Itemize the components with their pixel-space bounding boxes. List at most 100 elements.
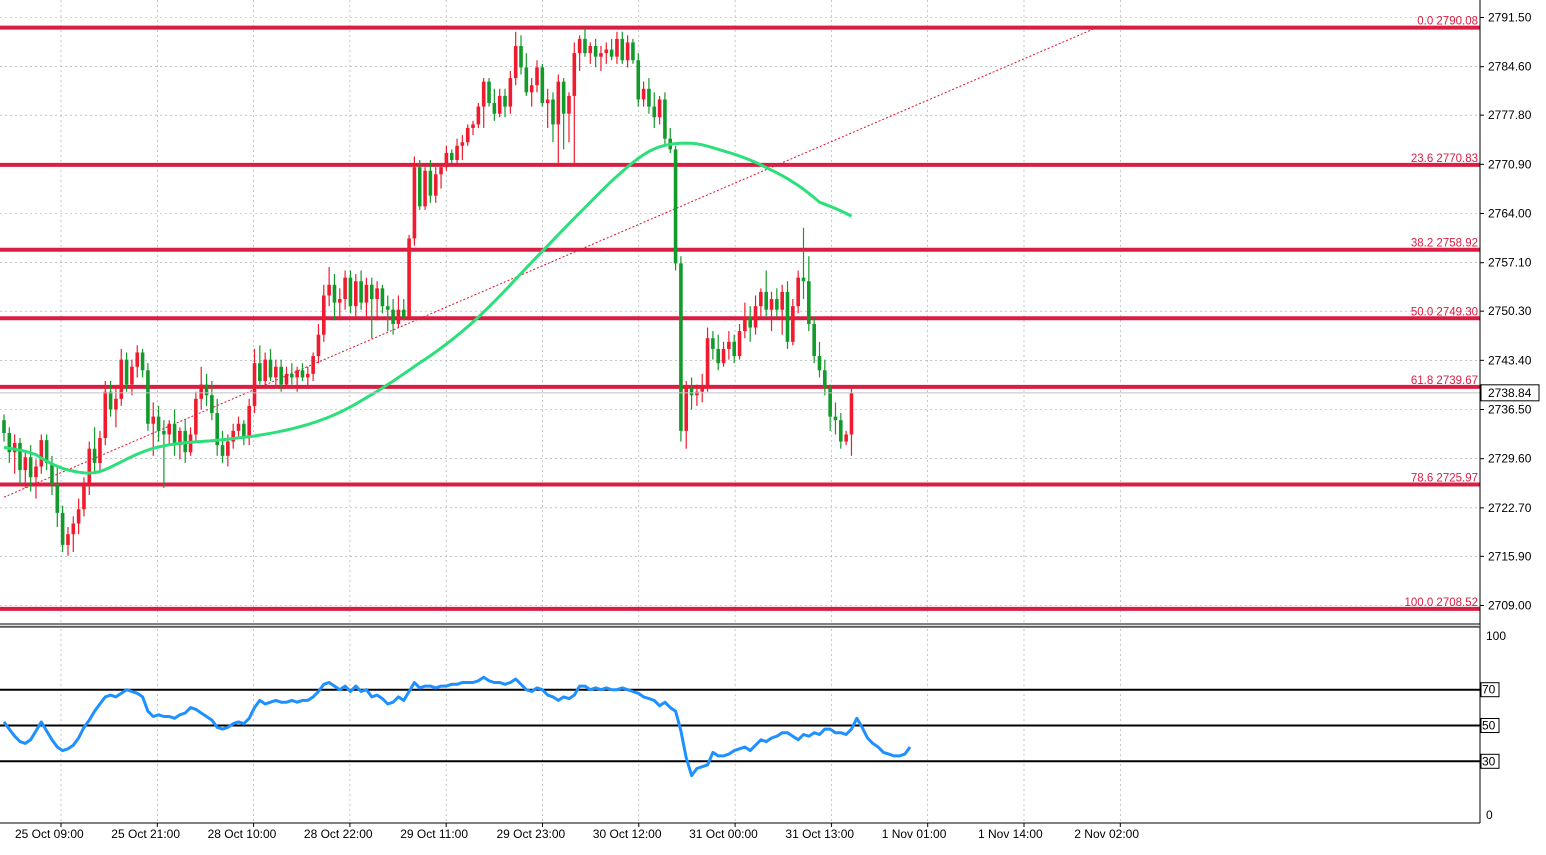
trading-chart[interactable]: 25 Oct 09:00 25 Oct 21:00 28 Oct 10:00 28 O… — [0, 0, 1546, 850]
y-tick-label: 2764.00 — [1488, 207, 1532, 221]
candle-body — [162, 430, 166, 435]
candle-body — [727, 341, 731, 349]
y-tick-label: 2770.90 — [1488, 157, 1532, 171]
candle-body — [497, 95, 502, 114]
candle-body — [108, 391, 113, 410]
candle-body — [812, 323, 816, 357]
candle-body — [87, 448, 92, 485]
candle-body — [577, 38, 582, 54]
oscillator-level-label: 50 — [1482, 719, 1496, 733]
candle-body — [641, 88, 646, 100]
candle-body — [583, 38, 587, 54]
candle-body — [103, 391, 108, 439]
y-tick-label: 2784.60 — [1488, 60, 1532, 74]
chart-canvas[interactable]: 25 Oct 09:00 25 Oct 21:00 28 Oct 10:00 28 O… — [0, 0, 1546, 850]
candle-body — [385, 306, 390, 310]
candle-body — [66, 534, 70, 545]
candle-body — [556, 81, 561, 125]
candle-body — [348, 277, 353, 307]
candle-body — [796, 277, 800, 307]
candle-body — [252, 363, 257, 406]
fib-level-label: 78.6 2725.97 — [1411, 473, 1478, 485]
candle-body — [124, 359, 129, 385]
candle-body — [55, 484, 60, 513]
candle-body — [263, 359, 267, 381]
candle-body — [428, 170, 433, 196]
candle-body — [540, 67, 545, 104]
candle-body — [657, 99, 662, 118]
fib-level-label: 0.0 2790.08 — [1417, 16, 1478, 28]
candle-body — [721, 348, 726, 364]
candle-body — [844, 434, 848, 442]
candle-body — [290, 373, 294, 378]
candle-body — [412, 167, 417, 239]
candle-body — [625, 42, 630, 61]
candle-body — [471, 124, 475, 128]
candle-body — [636, 60, 641, 100]
candle-body — [439, 167, 443, 175]
y-tick-label: 2757.10 — [1488, 256, 1532, 270]
candle-body — [210, 395, 214, 414]
y-tick-label: 2736.50 — [1488, 403, 1532, 417]
candle-body — [39, 440, 44, 467]
candle-body — [615, 38, 619, 57]
candle-body — [151, 416, 156, 424]
candle-body — [156, 416, 161, 431]
candle-body — [631, 42, 635, 61]
candle-body — [487, 81, 491, 104]
x-tick-label: 28 Oct 22:00 — [304, 827, 373, 841]
candle-body — [375, 288, 379, 300]
candle-body — [503, 95, 507, 107]
candle-body — [391, 309, 395, 324]
candle-body — [423, 170, 427, 207]
candle-body — [807, 281, 811, 324]
candle-body — [769, 299, 774, 310]
candle-body — [604, 49, 609, 54]
y-tick-label: 2791.50 — [1488, 11, 1532, 25]
candle-body — [599, 53, 603, 57]
candle-body — [785, 291, 790, 342]
candle-body — [380, 288, 385, 307]
candle-body — [135, 352, 140, 367]
candle-body — [226, 441, 230, 456]
candle-body — [647, 88, 651, 107]
candle-body — [716, 348, 721, 364]
candle-body — [364, 284, 369, 303]
candle-body — [311, 356, 315, 374]
candle-body — [679, 263, 683, 431]
candle-body — [337, 299, 342, 303]
candle-body — [2, 420, 6, 434]
candle-body — [817, 356, 822, 371]
candle-body — [737, 331, 742, 357]
candle-body — [28, 457, 33, 478]
candle-body — [82, 484, 86, 510]
candle-body — [551, 99, 555, 125]
candle-body — [343, 277, 347, 300]
candle-body — [369, 284, 374, 300]
candle-body — [561, 81, 566, 114]
candle-body — [753, 306, 758, 328]
candle-body — [140, 352, 145, 371]
candle-body — [545, 99, 550, 104]
candle-body — [759, 291, 763, 307]
x-tick-label: 1 Nov 01:00 — [882, 827, 947, 841]
oscillator-tick-label: 100 — [1486, 629, 1506, 643]
candle-body — [417, 167, 422, 207]
candle-body — [76, 509, 81, 524]
candle-body — [220, 445, 225, 456]
candle-body — [92, 448, 97, 463]
candle-body — [839, 420, 843, 442]
candle-body — [268, 359, 273, 378]
candle-body — [258, 363, 262, 381]
candle-body — [492, 103, 497, 114]
candle-body — [465, 127, 470, 143]
candle-body — [764, 291, 768, 310]
candle-body — [295, 370, 299, 378]
x-tick-label: 2 Nov 02:00 — [1074, 827, 1139, 841]
candle-body — [194, 398, 198, 435]
candle-body — [476, 106, 481, 125]
candle-body — [519, 46, 523, 68]
candle-body — [146, 370, 150, 424]
candle-body — [98, 438, 102, 463]
candle-body — [535, 67, 539, 86]
